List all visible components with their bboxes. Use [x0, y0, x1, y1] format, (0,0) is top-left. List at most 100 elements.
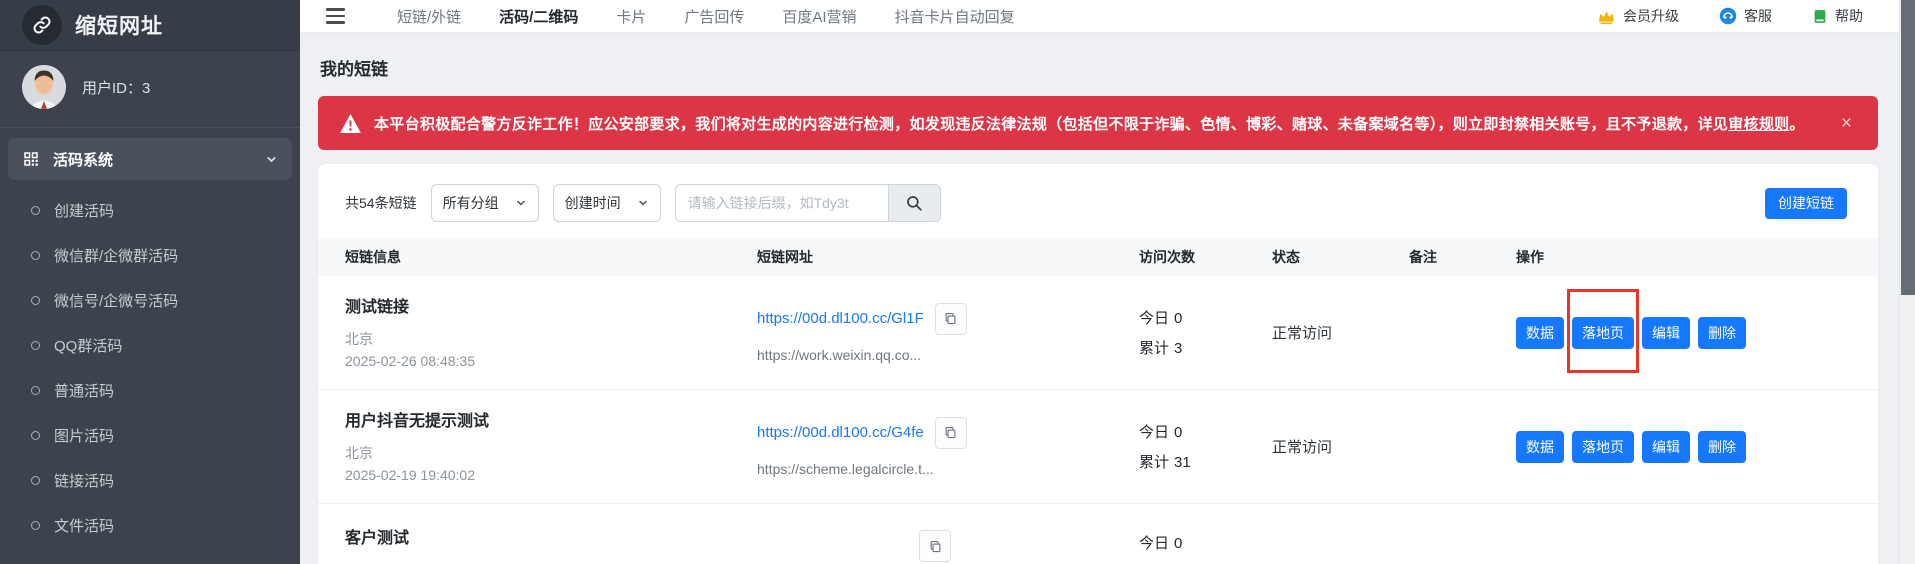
bullet-icon — [31, 206, 40, 215]
page-scrollbar[interactable] — [1899, 0, 1915, 564]
search-button[interactable] — [889, 184, 941, 222]
app-window: 缩短网址 用户ID：3 活码系统 — [0, 0, 1915, 564]
tab-ad-callback[interactable]: 广告回传 — [684, 6, 744, 27]
member-upgrade-label: 会员升级 — [1623, 6, 1679, 26]
copy-icon — [928, 539, 943, 554]
visits-cell: 今日0 累计3 — [1139, 307, 1272, 358]
table-row: 客户测试 — [318, 504, 1878, 564]
actions-cell: 数据 落地页 编辑 删除 — [1516, 431, 1854, 463]
sidebar-group-live-code-system[interactable]: 活码系统 — [8, 138, 292, 180]
customer-support-link[interactable]: 客服 — [1719, 6, 1772, 26]
sidebar-item-label: 普通活码 — [54, 380, 114, 401]
sidebar-item-label: 微信群/企微群活码 — [54, 245, 178, 266]
copy-button[interactable] — [919, 530, 951, 562]
visits-cell: 今日 0 累计 31 — [1139, 421, 1272, 472]
chevron-down-icon — [265, 153, 278, 166]
total-count: 3 — [1174, 340, 1182, 357]
link-info-cell: 客户测试 — [345, 524, 757, 559]
sidebar-item-label: 文件活码 — [54, 515, 114, 536]
link-created-time: 2025-02-19 19:40:02 — [345, 464, 757, 486]
sidebar-item-normal-code[interactable]: 普通活码 — [0, 368, 300, 413]
brand-title: 缩短网址 — [75, 10, 163, 40]
chevron-down-icon — [515, 197, 527, 209]
help-link[interactable]: 帮助 — [1812, 6, 1863, 26]
sort-filter-value: 创建时间 — [565, 193, 621, 213]
sidebar-menu: 创建活码 微信群/企微群活码 微信号/企微号活码 QQ群活码 普通活码 图片活码 — [0, 188, 300, 548]
tab-cards[interactable]: 卡片 — [616, 6, 646, 27]
data-button[interactable]: 数据 — [1516, 317, 1564, 349]
qr-code-icon — [22, 150, 40, 168]
data-button[interactable]: 数据 — [1516, 431, 1564, 463]
edit-button[interactable]: 编辑 — [1642, 317, 1690, 349]
search-input[interactable] — [675, 184, 889, 222]
filter-toolbar: 共54条短链 所有分组 创建时间 — [318, 164, 1878, 238]
sidebar-item-create-live-code[interactable]: 创建活码 — [0, 188, 300, 233]
copy-button[interactable] — [935, 417, 967, 449]
landing-page-button[interactable]: 落地页 — [1572, 317, 1634, 349]
tab-short-links[interactable]: 短链/外链 — [397, 6, 461, 27]
delete-button[interactable]: 删除 — [1698, 431, 1746, 463]
member-upgrade-link[interactable]: 会员升级 — [1597, 6, 1679, 26]
avatar — [22, 65, 66, 109]
sidebar-item-qq-group-code[interactable]: QQ群活码 — [0, 323, 300, 368]
link-location: 北京 — [345, 328, 757, 350]
scrollbar-thumb[interactable] — [1901, 0, 1915, 295]
banner-text-before: 本平台积极配合警方反诈工作！应公安部要求，我们将对生成的内容进行检测，如发现违反… — [374, 116, 1728, 133]
bullet-icon — [31, 476, 40, 485]
user-row: 用户ID：3 — [0, 51, 300, 123]
short-links-card: 共54条短链 所有分组 创建时间 — [318, 164, 1878, 564]
bullet-icon — [31, 521, 40, 530]
copy-icon — [943, 425, 958, 440]
page-title: 我的短链 — [320, 55, 1878, 80]
copy-button[interactable] — [935, 303, 967, 335]
sidebar-item-image-code[interactable]: 图片活码 — [0, 413, 300, 458]
short-url-link[interactable]: https://00d.dl100.cc/G4fe — [757, 424, 924, 441]
review-rules-link[interactable]: 审核规则 — [1728, 116, 1789, 133]
tab-live-code-qrcode[interactable]: 活码/二维码 — [499, 6, 578, 27]
today-count: 0 — [1174, 310, 1182, 327]
link-title: 用户抖音无提示测试 — [345, 407, 757, 431]
total-count-label: 共54条短链 — [345, 193, 417, 213]
delete-button[interactable]: 删除 — [1698, 317, 1746, 349]
link-location: 北京 — [345, 442, 757, 464]
sidebar-item-wechat-account-code[interactable]: 微信号/企微号活码 — [0, 278, 300, 323]
sidebar-item-label: 链接活码 — [54, 470, 114, 491]
sidebar-item-label: QQ群活码 — [54, 335, 122, 356]
edit-button[interactable]: 编辑 — [1642, 431, 1690, 463]
total-label: 累计 — [1139, 340, 1169, 357]
column-header-actions: 操作 — [1516, 247, 1854, 267]
banner-text-after: 。 — [1789, 116, 1804, 133]
sidebar-item-wechat-group-code[interactable]: 微信群/企微群活码 — [0, 233, 300, 278]
support-label: 客服 — [1744, 6, 1772, 26]
hamburger-menu-icon[interactable] — [326, 8, 345, 24]
tab-baidu-ai-marketing[interactable]: 百度AI营销 — [782, 6, 856, 27]
link-created-time: 2025-02-26 08:48:35 — [345, 350, 757, 372]
group-filter-select[interactable]: 所有分组 — [431, 184, 539, 222]
app-logo — [22, 5, 62, 45]
today-label: 今日 — [1139, 424, 1169, 441]
sidebar-item-link-code[interactable]: 链接活码 — [0, 458, 300, 503]
help-book-icon — [1812, 8, 1828, 25]
total-label: 累计 — [1139, 454, 1169, 471]
table-header: 短链信息 短链网址 访问次数 状态 备注 操作 — [318, 238, 1878, 276]
short-url-link[interactable]: https://00d.dl100.cc/Gl1F — [757, 310, 924, 327]
search-icon — [905, 194, 923, 212]
warning-triangle-icon — [340, 114, 361, 133]
tab-douyin-auto-reply[interactable]: 抖音卡片自动回复 — [895, 6, 1015, 27]
sidebar-item-file-code[interactable]: 文件活码 — [0, 503, 300, 548]
landing-page-button[interactable]: 落地页 — [1572, 431, 1634, 463]
group-filter-value: 所有分组 — [443, 193, 499, 213]
sidebar-group-label: 活码系统 — [53, 149, 113, 170]
sort-filter-select[interactable]: 创建时间 — [553, 184, 661, 222]
today-count: 0 — [1174, 424, 1182, 441]
sidebar-item-label: 图片活码 — [54, 425, 114, 446]
main-area: 短链/外链 活码/二维码 卡片 广告回传 百度AI营销 抖音卡片自动回复 会员升… — [300, 0, 1915, 564]
total-count: 31 — [1174, 454, 1191, 471]
close-icon[interactable]: × — [1837, 114, 1856, 133]
column-header-short-url: 短链网址 — [757, 247, 1139, 267]
link-info-cell: 用户抖音无提示测试 北京 2025-02-19 19:40:02 — [345, 407, 757, 486]
create-short-link-button[interactable]: 创建短链 — [1765, 188, 1847, 219]
table-row: 测试链接 北京 2025-02-26 08:48:35 https://00d.… — [318, 276, 1878, 390]
help-label: 帮助 — [1835, 6, 1863, 26]
link-title: 测试链接 — [345, 293, 757, 317]
